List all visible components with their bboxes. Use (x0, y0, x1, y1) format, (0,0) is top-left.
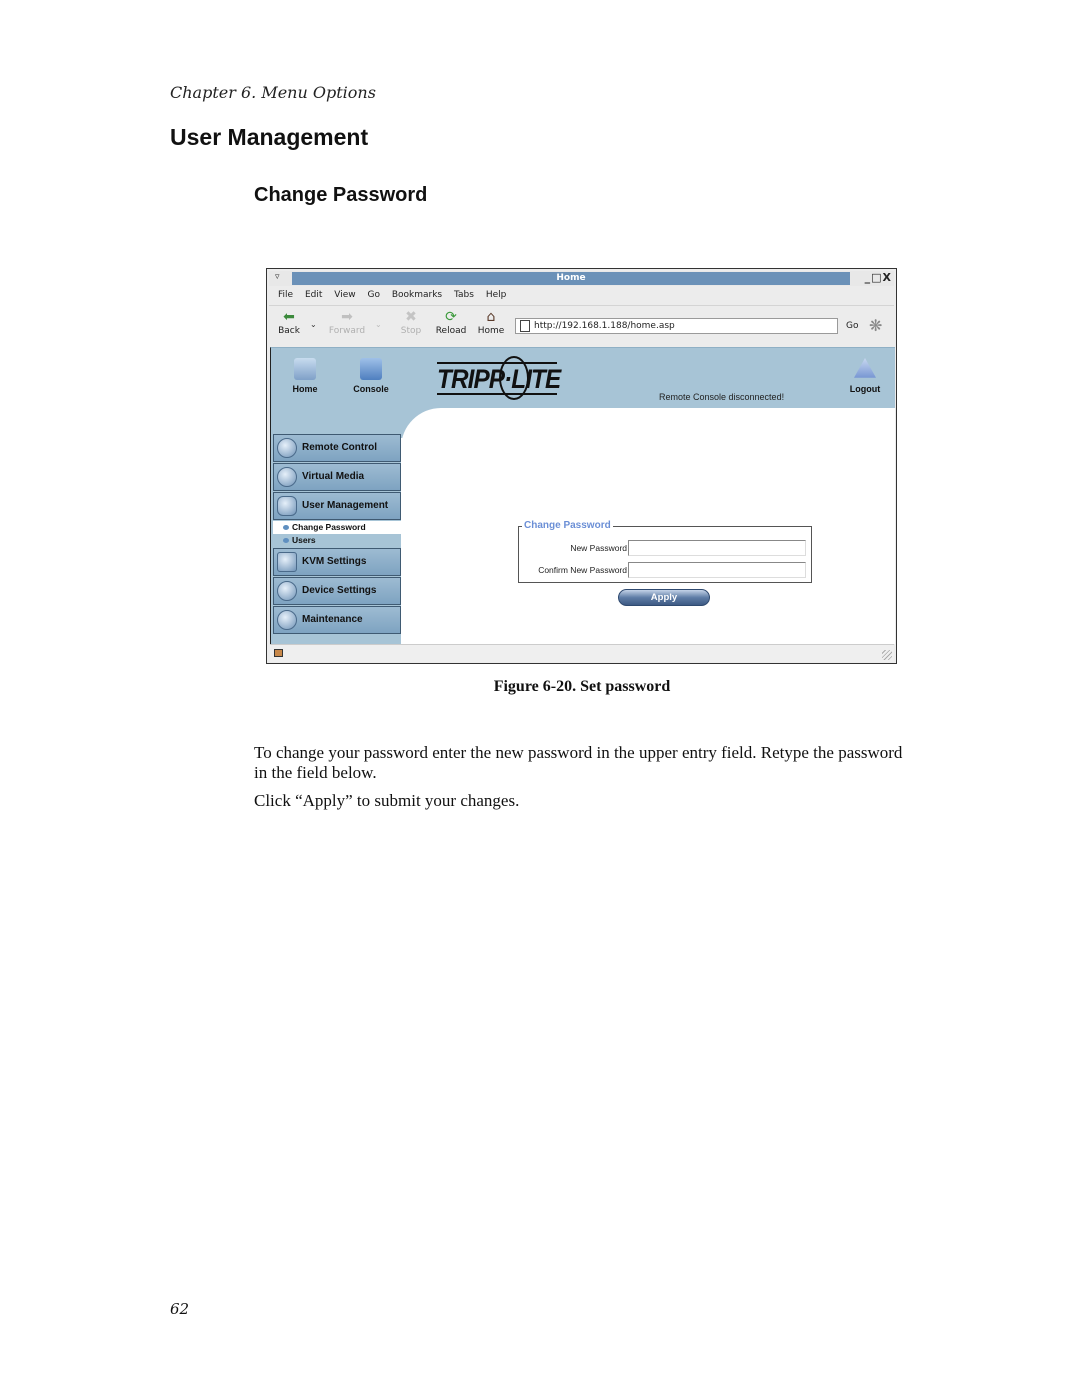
kvm-icon (277, 552, 297, 572)
url-text: http://192.168.1.188/home.asp (534, 321, 675, 331)
back-label: Back (278, 326, 300, 336)
new-password-row: New Password (519, 540, 813, 556)
sidebar-subitem-users[interactable]: Users (273, 534, 401, 547)
page-icon (520, 320, 530, 332)
subitem-label: Users (292, 535, 316, 545)
confirm-password-input[interactable] (628, 562, 806, 578)
resize-grip[interactable] (882, 650, 892, 660)
sidebar-item-kvm-settings[interactable]: KVM Settings (273, 548, 401, 576)
navigation-toolbar: ⬅ Back ⌄ ➡ Forward ⌄ ✖ Stop ⟳ Reload ⌂ H… (269, 305, 894, 346)
menu-tabs[interactable]: Tabs (454, 288, 474, 303)
go-button[interactable]: Go (846, 321, 858, 331)
new-password-input[interactable] (628, 540, 806, 556)
figure-caption: Figure 6-20. Set password (493, 678, 671, 695)
menu-edit[interactable]: Edit (305, 288, 322, 303)
new-password-label: New Password (570, 543, 627, 553)
sidebar-label: KVM Settings (302, 556, 367, 567)
page-number: 62 (170, 1300, 190, 1318)
window-title: Home (292, 272, 850, 285)
reload-label: Reload (435, 326, 467, 336)
body-paragraph-1: To change your password enter the new pa… (254, 743, 903, 782)
sidebar-item-virtual-media[interactable]: Virtual Media (273, 463, 401, 491)
sidebar-label: Maintenance (302, 614, 363, 625)
reload-button[interactable]: ⟳ Reload (433, 308, 469, 336)
header-logout-link[interactable]: Logout (845, 358, 885, 394)
menu-help[interactable]: Help (486, 288, 507, 303)
menu-bookmarks[interactable]: Bookmarks (392, 288, 442, 303)
sidebar-label: Virtual Media (302, 471, 365, 482)
back-dropdown-icon[interactable]: ⌄ (310, 320, 317, 329)
forward-arrow-icon: ➡ (341, 309, 353, 325)
home-button[interactable]: ⌂ Home (473, 308, 509, 336)
throbber-icon: ❋ (869, 316, 883, 335)
change-password-fieldset: Change Password New Password Confirm New… (518, 520, 813, 583)
gears-icon (277, 581, 297, 601)
home-label: Home (477, 326, 505, 336)
console-monitor-icon (360, 358, 382, 380)
forward-button[interactable]: ➡ Forward (325, 308, 369, 336)
chapter-header: Chapter 6. Menu Options (170, 83, 376, 102)
sidebar-label: User Management (302, 500, 389, 511)
header-console-link[interactable]: Console (349, 358, 393, 394)
maximize-icon[interactable]: □ (871, 271, 882, 284)
confirm-password-label: Confirm New Password (538, 565, 627, 575)
magnifier-icon (277, 438, 297, 458)
back-button[interactable]: ⬅ Back (271, 308, 307, 336)
menu-bar: File Edit View Go Bookmarks Tabs Help (269, 288, 894, 303)
subitem-label: Change Password (292, 522, 366, 532)
sidebar-item-remote-control[interactable]: Remote Control (273, 434, 401, 462)
app-header: Home Console TRIPP·LITE Remote Console d… (271, 348, 895, 408)
url-field[interactable]: http://192.168.1.188/home.asp (515, 318, 838, 334)
menu-file[interactable]: File (278, 288, 293, 303)
confirm-password-row: Confirm New Password (519, 562, 813, 578)
window-title-bar: ▿ Home _□X (269, 271, 894, 286)
header-console-label: Console (353, 384, 389, 394)
bullet-icon (283, 538, 289, 543)
window-controls[interactable]: _□X (865, 271, 892, 284)
menu-go[interactable]: Go (367, 288, 379, 303)
menu-view[interactable]: View (334, 288, 355, 303)
security-lock-icon (274, 649, 283, 657)
stop-button[interactable]: ✖ Stop (393, 308, 429, 336)
logo-text: TRIPP·LITE (437, 364, 561, 394)
close-icon[interactable]: X (883, 271, 892, 284)
fieldset-legend: Change Password (522, 520, 613, 531)
header-home-label: Home (292, 384, 318, 394)
back-arrow-icon: ⬅ (283, 309, 295, 325)
forward-label: Forward (328, 326, 366, 336)
bullet-icon (283, 525, 289, 530)
disc-icon (277, 467, 297, 487)
browser-status-bar (270, 644, 894, 662)
sidebar-item-maintenance[interactable]: Maintenance (273, 606, 401, 634)
apply-button[interactable]: Apply (618, 589, 710, 606)
sidebar-item-device-settings[interactable]: Device Settings (273, 577, 401, 605)
tripp-lite-logo: TRIPP·LITE (437, 356, 561, 400)
users-icon (277, 496, 297, 516)
stop-icon: ✖ (405, 309, 417, 325)
sidebar-label: Device Settings (302, 585, 377, 596)
subsection-title: Change Password (254, 184, 428, 206)
sidebar-item-user-management[interactable]: User Management (273, 492, 401, 520)
section-title: User Management (170, 124, 369, 150)
window-menu-icon[interactable]: ▿ (275, 272, 280, 282)
home-house-icon (294, 358, 316, 380)
sidebar-label: Remote Control (302, 442, 377, 453)
tools-icon (277, 610, 297, 630)
header-home-link[interactable]: Home (285, 358, 325, 394)
web-page-content: Home Console TRIPP·LITE Remote Console d… (270, 347, 895, 644)
forward-dropdown-icon[interactable]: ⌄ (375, 320, 382, 329)
header-logout-label: Logout (849, 384, 881, 394)
reload-icon: ⟳ (445, 309, 457, 325)
browser-window-screenshot: ▿ Home _□X File Edit View Go Bookmarks T… (266, 268, 897, 664)
sidebar: Remote Control Virtual Media User Manage… (273, 434, 401, 635)
console-status: Remote Console disconnected! (659, 392, 785, 402)
logout-icon (854, 358, 876, 378)
sidebar-subitem-change-password[interactable]: Change Password (273, 521, 401, 534)
body-paragraph-2: Click “Apply” to submit your changes. (254, 791, 520, 810)
stop-label: Stop (400, 326, 422, 336)
home-icon: ⌂ (486, 309, 496, 325)
